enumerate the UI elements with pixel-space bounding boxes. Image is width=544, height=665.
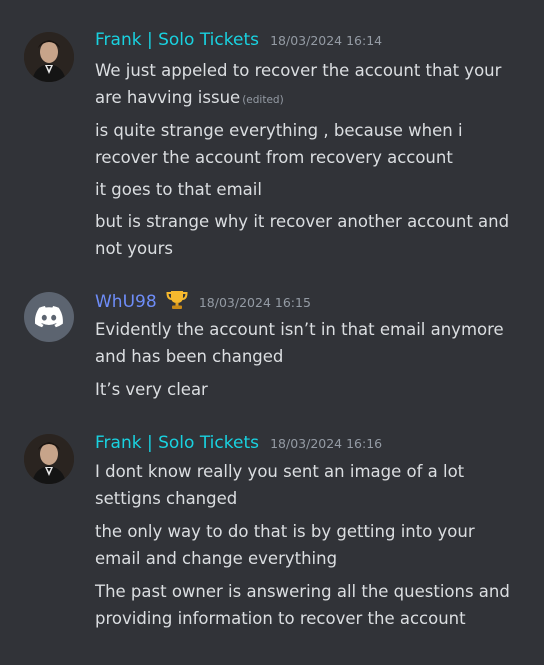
message-text: The past owner is answering all the ques…: [95, 582, 510, 628]
user-photo-icon: [24, 434, 74, 484]
username[interactable]: Frank | Solo Tickets: [95, 433, 259, 453]
message-header: Frank | Solo Tickets 18/03/2024 16:16: [95, 433, 382, 453]
message-text: the only way to do that is by getting in…: [95, 522, 475, 568]
chat-messages: Frank | Solo Tickets 18/03/2024 16:14 We…: [0, 0, 544, 665]
timestamp[interactable]: 18/03/2024 16:16: [270, 436, 382, 451]
avatar[interactable]: [24, 434, 74, 484]
message-group: Frank | Solo Tickets 18/03/2024 16:16 I …: [0, 0, 544, 665]
message-text: I dont know really you sent an image of …: [95, 462, 465, 508]
